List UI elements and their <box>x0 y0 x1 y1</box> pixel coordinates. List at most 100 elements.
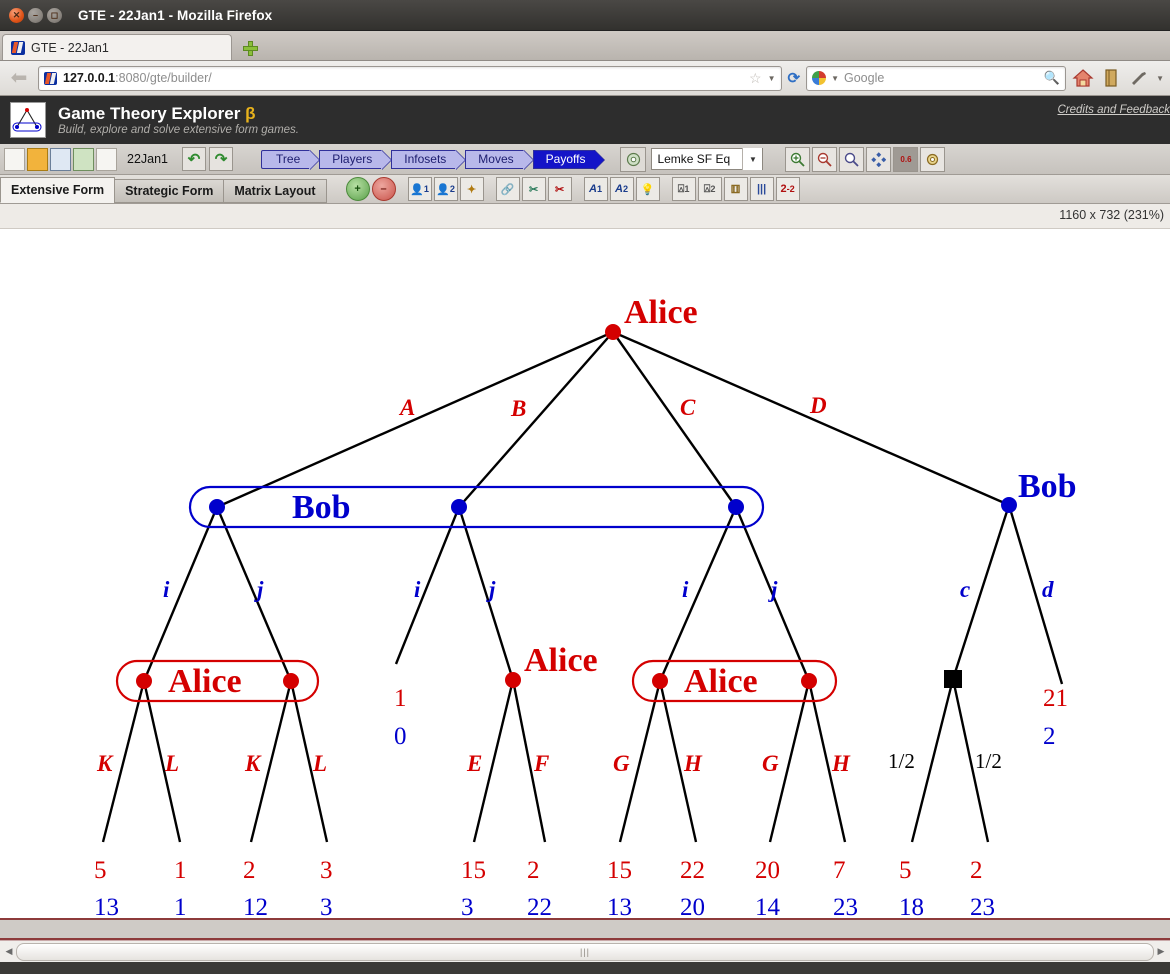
edge-label[interactable]: F <box>534 752 549 775</box>
add-node-icon[interactable]: + <box>345 177 370 201</box>
zoom-out-icon[interactable] <box>812 146 838 172</box>
scroll-right-arrow-icon[interactable]: ▶ <box>1154 944 1168 960</box>
payoff-player2[interactable]: 0 <box>394 724 407 749</box>
wizard-step-payoffs[interactable]: Payoffs <box>532 149 596 169</box>
payoff-player1[interactable]: 1 <box>394 686 407 711</box>
horizontal-scrollbar[interactable]: ◀ ||| ▶ <box>0 940 1170 962</box>
exponent-icon[interactable]: 2 -2 <box>775 177 800 201</box>
node-player-label[interactable]: Bob <box>1018 470 1077 504</box>
reload-icon[interactable]: ⟳ <box>788 69 801 87</box>
game-tree-canvas[interactable]: A B C Di j i j i j c d K L K L E F G H G H 1/2 1/2 Bob Alice Alic… <box>0 229 1170 918</box>
payoff-player2[interactable]: 12 <box>243 895 268 918</box>
decision-node[interactable] <box>652 673 668 689</box>
fit-icon[interactable] <box>866 146 892 172</box>
infoset-player-label[interactable]: Alice <box>168 665 242 699</box>
decision-node[interactable] <box>136 673 152 689</box>
tree-edge[interactable] <box>658 506 738 682</box>
zoom-reset-icon[interactable] <box>839 146 865 172</box>
tree-edge[interactable] <box>394 506 461 665</box>
edge-label[interactable]: G <box>613 752 630 775</box>
scrollbar-thumb[interactable]: ||| <box>16 942 1154 961</box>
decision-node[interactable] <box>505 672 521 688</box>
edge-label[interactable]: j <box>489 578 495 601</box>
tab-matrix-layout[interactable]: Matrix Layout <box>223 179 327 203</box>
open-folder-icon[interactable] <box>27 147 48 171</box>
edge-label[interactable]: D <box>810 394 827 417</box>
search-icon[interactable]: 🔍 <box>1044 70 1060 86</box>
zero-sum-icon[interactable]: ||| <box>749 177 774 201</box>
browser-tab[interactable]: GTE - 22Jan1 <box>2 34 232 60</box>
assign-player-icon[interactable]: ✦ <box>459 177 484 201</box>
zoom-in-icon[interactable] <box>785 146 811 172</box>
chance-dice-icon[interactable]: ⚅ <box>723 177 748 201</box>
payoff-2-icon[interactable]: ⍓ 2 <box>697 177 722 201</box>
edge-label[interactable]: H <box>832 752 850 775</box>
tree-edge[interactable] <box>142 506 219 682</box>
payoff-player1[interactable]: 20 <box>755 858 780 883</box>
decision-node[interactable] <box>451 499 467 515</box>
payoff-player2[interactable]: 23 <box>833 895 858 918</box>
edge-label[interactable]: G <box>762 752 779 775</box>
bookmarks-icon[interactable] <box>1100 67 1122 89</box>
edge-label[interactable]: E <box>467 752 482 775</box>
edge-label[interactable]: j <box>771 578 777 601</box>
delete-node-icon[interactable]: – <box>371 177 396 201</box>
edge-label[interactable]: i <box>163 578 169 601</box>
infoset-player-label[interactable]: Alice <box>684 665 758 699</box>
url-bar[interactable]: 127.0.0.1:8080/gte/builder/ ☆ ▼ <box>38 65 782 91</box>
scale-0.6-icon[interactable]: 0.6 <box>893 146 919 172</box>
scroll-left-arrow-icon[interactable]: ◀ <box>2 944 16 960</box>
payoff-player1[interactable]: 21 <box>1043 686 1068 711</box>
move-name-1-icon[interactable]: A1 <box>583 177 608 201</box>
edge-label[interactable]: d <box>1042 578 1054 601</box>
edge-label[interactable]: B <box>511 397 526 420</box>
player1-icon[interactable]: 👤 1 <box>407 177 432 201</box>
export-icon[interactable] <box>73 147 94 171</box>
edge-label[interactable]: H <box>684 752 702 775</box>
unlink-infoset-icon[interactable]: ✂ <box>521 177 546 201</box>
payoff-player1[interactable]: 2 <box>243 858 256 883</box>
wizard-step-players[interactable]: Players <box>319 149 383 169</box>
tree-edge[interactable] <box>457 506 515 681</box>
edge-label[interactable]: C <box>680 396 695 419</box>
wizard-step-moves[interactable]: Moves <box>465 149 524 169</box>
node-player-label[interactable]: Alice <box>624 296 698 330</box>
decision-node[interactable] <box>605 324 621 340</box>
payoff-player1[interactable]: 5 <box>94 858 107 883</box>
tree-edge[interactable] <box>458 331 614 508</box>
payoff-player2[interactable]: 2 <box>1043 724 1056 749</box>
edge-label[interactable]: L <box>313 752 327 775</box>
solve-gear-icon[interactable] <box>620 146 647 172</box>
home-icon[interactable] <box>1072 67 1094 89</box>
edge-label[interactable]: K <box>245 752 260 775</box>
infoset-player-label[interactable]: Bob <box>292 491 351 525</box>
tab-extensive-form[interactable]: Extensive Form <box>0 177 116 203</box>
payoff-player2[interactable]: 18 <box>899 895 924 918</box>
tree-edge[interactable] <box>1007 504 1064 685</box>
payoff-player2[interactable]: 1 <box>174 895 187 918</box>
import-icon[interactable] <box>96 147 117 171</box>
decision-node[interactable] <box>801 673 817 689</box>
undo-button[interactable]: ↶ <box>182 147 207 171</box>
edge-label[interactable]: A <box>400 396 415 419</box>
payoff-player1[interactable]: 22 <box>680 858 705 883</box>
redo-button[interactable]: ↷ <box>209 147 234 171</box>
new-tab-button[interactable] <box>236 36 264 60</box>
tree-edge[interactable] <box>215 506 293 682</box>
bookmark-star-icon[interactable]: ☆ <box>749 70 762 87</box>
decision-node[interactable] <box>1001 497 1017 513</box>
algorithm-select[interactable]: Lemke SF Eq ▼ <box>651 148 764 170</box>
infoset-oval[interactable] <box>188 485 765 529</box>
edge-label[interactable]: K <box>97 752 112 775</box>
payoff-player1[interactable]: 2 <box>527 858 540 883</box>
payoff-player1[interactable]: 7 <box>833 858 846 883</box>
edge-label[interactable]: i <box>682 578 688 601</box>
decision-node[interactable] <box>728 499 744 515</box>
decision-node[interactable] <box>209 499 225 515</box>
payoff-player2[interactable]: 3 <box>461 895 474 918</box>
new-file-icon[interactable] <box>4 147 25 171</box>
payoff-player1[interactable]: 5 <box>899 858 912 883</box>
hint-bulb-icon[interactable]: 💡 <box>635 177 660 201</box>
close-icon[interactable]: ✕ <box>9 7 24 23</box>
chance-node[interactable] <box>944 670 962 688</box>
